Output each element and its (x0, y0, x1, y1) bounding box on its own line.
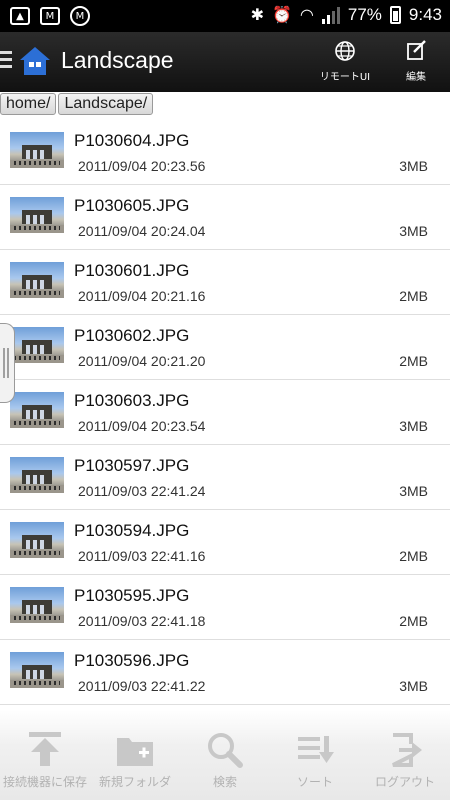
file-row[interactable]: P1030603.JPG 2011/09/04 20:23.54 3MB (0, 380, 450, 445)
gmail-icon: M (40, 7, 60, 25)
remote-ui-label: リモートUI (319, 72, 371, 83)
upload-icon (29, 732, 61, 766)
notification-icons: ▲ M M (10, 6, 90, 26)
file-size: 2MB (399, 288, 428, 304)
drawer-menu-icon[interactable] (0, 51, 12, 71)
status-bar: ▲ M M ✱ ⏰ ◠ 77% 9:43 (0, 0, 450, 32)
alarm-icon: ⏰ (271, 5, 292, 24)
file-date: 2011/09/04 20:21.20 (78, 353, 206, 369)
photo-thumbnail (10, 522, 64, 558)
file-date: 2011/09/03 22:41.16 (78, 548, 206, 564)
logout-icon (392, 733, 422, 767)
file-row[interactable]: P1030597.JPG 2011/09/03 22:41.24 3MB (0, 445, 450, 510)
photo-thumbnail (10, 327, 64, 363)
file-size: 3MB (399, 223, 428, 239)
file-name: P1030595.JPG (74, 586, 190, 605)
remote-ui-button[interactable]: リモートUI (315, 40, 375, 86)
bluetooth-icon: ✱ (250, 5, 264, 24)
page-title: Landscape (61, 47, 174, 73)
sort-label: ソート (296, 775, 333, 789)
file-name: P1030602.JPG (74, 326, 190, 345)
logout-label: ログアウト (374, 775, 435, 789)
breadcrumb: home/ Landscape/ (0, 93, 154, 115)
file-size: 2MB (399, 353, 428, 369)
file-row[interactable]: P1030595.JPG 2011/09/03 22:41.18 2MB (0, 575, 450, 640)
file-date: 2011/09/04 20:23.54 (78, 418, 206, 434)
photo-thumbnail (10, 262, 64, 298)
file-name: P1030603.JPG (74, 391, 190, 410)
file-date: 2011/09/04 20:23.56 (78, 158, 206, 174)
breadcrumb-home[interactable]: home/ (0, 93, 57, 115)
file-date: 2011/09/04 20:24.04 (78, 223, 206, 239)
system-status: ✱ ⏰ ◠ 77% 9:43 (251, 5, 442, 25)
file-name: P1030601.JPG (74, 261, 190, 280)
file-name: P1030604.JPG (74, 131, 190, 150)
new-folder-icon (117, 738, 153, 766)
edit-icon (407, 40, 426, 60)
logout-button[interactable]: ログアウト (360, 710, 450, 800)
battery-percent: 77% (347, 5, 382, 24)
file-name: P1030596.JPG (74, 651, 190, 670)
breadcrumb-landscape[interactable]: Landscape/ (58, 93, 154, 115)
file-row[interactable]: P1030596.JPG 2011/09/03 22:41.22 3MB (0, 640, 450, 705)
file-date: 2011/09/03 22:41.24 (78, 483, 206, 499)
signal-icon (321, 6, 340, 24)
file-list: P1030604.JPG 2011/09/04 20:23.56 3MB P10… (0, 120, 450, 705)
bottom-toolbar: 接続機器に保存 新規フォルダ 検索 ソート ログアウト (0, 710, 450, 800)
file-row[interactable]: P1030601.JPG 2011/09/04 20:21.16 2MB (0, 250, 450, 315)
drawer-handle[interactable] (0, 323, 15, 403)
image-notification-icon: ▲ (10, 7, 30, 25)
file-size: 2MB (399, 548, 428, 564)
photo-thumbnail (10, 197, 64, 233)
edit-button[interactable]: 編集 (386, 40, 446, 86)
photo-thumbnail (10, 587, 64, 623)
photo-thumbnail (10, 457, 64, 493)
photo-thumbnail (10, 392, 64, 428)
file-size: 3MB (399, 678, 428, 694)
file-name: P1030597.JPG (74, 456, 190, 475)
new-folder-button[interactable]: 新規フォルダ (90, 710, 180, 800)
motorola-icon: M (70, 6, 90, 26)
edit-label: 編集 (406, 72, 426, 83)
file-date: 2011/09/04 20:21.16 (78, 288, 206, 304)
file-row[interactable]: P1030605.JPG 2011/09/04 20:24.04 3MB (0, 185, 450, 250)
home-icon[interactable] (19, 45, 51, 77)
clock: 9:43 (408, 5, 442, 24)
photo-thumbnail (10, 132, 64, 168)
file-row[interactable]: P1030602.JPG 2011/09/04 20:21.20 2MB (0, 315, 450, 380)
photo-thumbnail (10, 652, 64, 688)
save-to-device-button[interactable]: 接続機器に保存 (0, 710, 90, 800)
search-label: 検索 (212, 775, 237, 789)
title-bar: Landscape リモートUI 編集 (0, 32, 450, 92)
file-size: 3MB (399, 158, 428, 174)
sort-button[interactable]: ソート (270, 710, 360, 800)
wifi-icon: ◠ (299, 5, 314, 24)
save-to-device-label: 接続機器に保存 (2, 775, 87, 789)
globe-icon (335, 41, 355, 61)
file-size: 2MB (399, 613, 428, 629)
new-folder-label: 新規フォルダ (98, 775, 171, 789)
sort-icon (298, 736, 334, 763)
file-size: 3MB (399, 418, 428, 434)
file-name: P1030605.JPG (74, 196, 190, 215)
search-icon (208, 733, 243, 768)
file-date: 2011/09/03 22:41.22 (78, 678, 206, 694)
file-name: P1030594.JPG (74, 521, 190, 540)
file-date: 2011/09/03 22:41.18 (78, 613, 206, 629)
file-row[interactable]: P1030604.JPG 2011/09/04 20:23.56 3MB (0, 120, 450, 185)
file-size: 3MB (399, 483, 428, 499)
battery-icon (389, 6, 401, 24)
file-row[interactable]: P1030594.JPG 2011/09/03 22:41.16 2MB (0, 510, 450, 575)
search-button[interactable]: 検索 (180, 710, 270, 800)
